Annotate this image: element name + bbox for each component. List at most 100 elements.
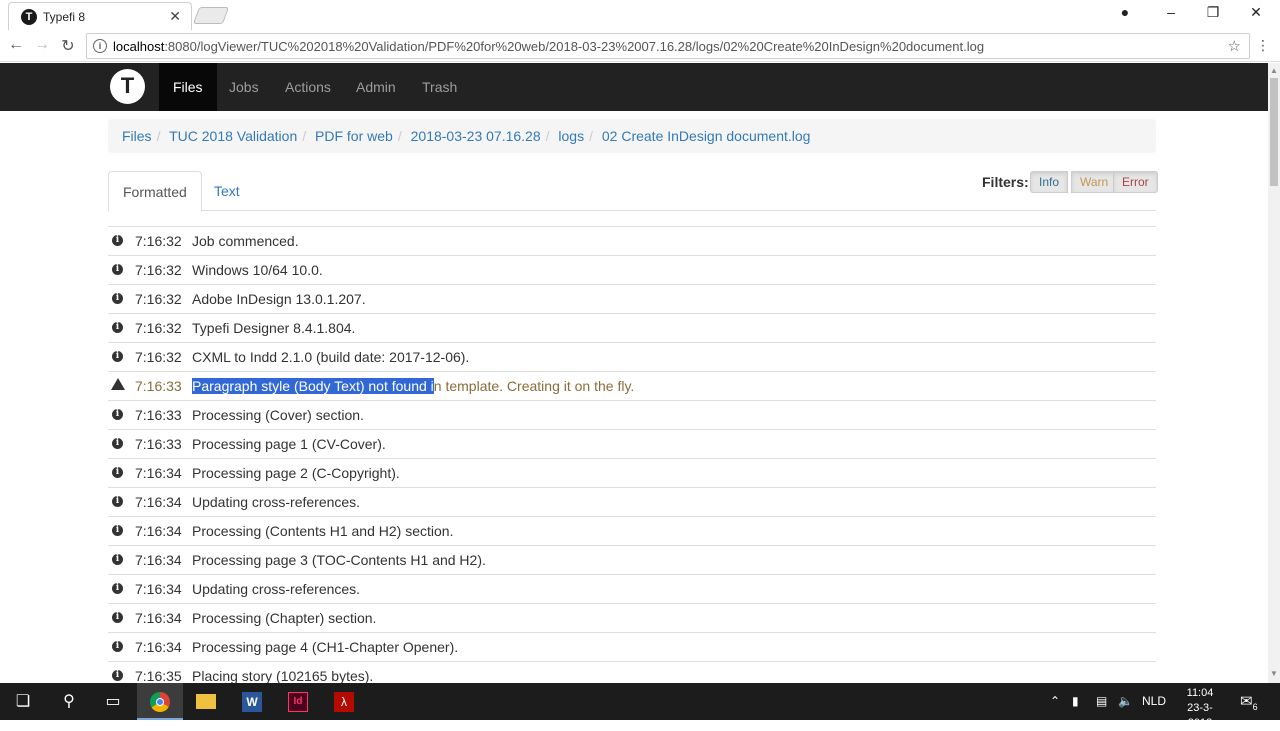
- filter-error-button[interactable]: Error: [1113, 171, 1158, 193]
- log-row: i 7:16:34 Processing page 2 (C-Copyright).: [108, 458, 1156, 487]
- tab-close-icon[interactable]: ✕: [169, 8, 181, 25]
- windows-start-icon[interactable]: ❏: [0, 683, 46, 720]
- log-time: 7:16:34: [135, 581, 182, 597]
- filter-warn-button[interactable]: Warn: [1071, 171, 1118, 193]
- network-icon[interactable]: ▤: [1096, 683, 1107, 720]
- language-indicator[interactable]: NLD: [1142, 683, 1166, 720]
- breadcrumb-date-folder[interactable]: 2018-03-23 07.16.28: [411, 128, 541, 144]
- log-row: i 7:16:32 CXML to Indd 2.1.0 (build date: …: [108, 342, 1156, 371]
- info-icon: i: [112, 409, 123, 420]
- info-icon: i: [112, 641, 123, 652]
- scroll-down-icon[interactable]: ▼: [1270, 669, 1278, 678]
- notification-count: 6: [1252, 702, 1258, 712]
- chrome-icon[interactable]: [137, 683, 183, 720]
- log-row: i 7:16:34 Processing (Contents H1 and H2) …: [108, 516, 1156, 545]
- search-icon[interactable]: ⚲: [46, 683, 92, 720]
- back-icon[interactable]: ←: [6, 36, 26, 54]
- nav-admin[interactable]: Admin: [342, 63, 410, 111]
- browser-tab[interactable]: T Typefi 8 ✕: [8, 2, 192, 30]
- log-row: i 7:16:34 Processing page 4 (CH1-Chapter O…: [108, 632, 1156, 661]
- scrollbar-thumb[interactable]: [1270, 78, 1278, 186]
- log-time: 7:16:34: [135, 610, 182, 626]
- typefi-logo[interactable]: T: [110, 69, 145, 104]
- nav-files[interactable]: Files: [159, 63, 217, 111]
- breadcrumb-logs[interactable]: logs: [558, 128, 584, 144]
- clock-time: 11:04: [1186, 687, 1214, 699]
- log-message-rest: n template. Creating it on the fly.: [433, 378, 635, 394]
- log-time: 7:16:32: [135, 233, 182, 249]
- log-row: i 7:16:34 Processing page 3 (TOC-Contents …: [108, 545, 1156, 574]
- log-row: i 7:16:33 Processing (Cover) section.: [108, 400, 1156, 429]
- profile-icon[interactable]: ●: [1113, 4, 1137, 20]
- log-row: i 7:16:33 Processing page 1 (CV-Cover).: [108, 429, 1156, 458]
- file-explorer-icon[interactable]: [183, 683, 229, 720]
- tab-text[interactable]: Text: [200, 171, 254, 211]
- tab-title: Typefi 8: [43, 10, 86, 24]
- log-row: i 7:16:34 Updating cross-references.: [108, 487, 1156, 516]
- url-input[interactable]: i localhost:8080/logViewer/TUC%202018%20…: [86, 33, 1250, 59]
- breadcrumb-current-file[interactable]: 02 Create InDesign document.log: [602, 128, 811, 144]
- filter-info-button[interactable]: Info: [1030, 171, 1069, 193]
- log-row: i 7:16:34 Processing (Chapter) section.: [108, 603, 1156, 632]
- log-row: i 7:16:32 Typefi Designer 8.4.1.804.: [108, 313, 1156, 342]
- log-message: Processing (Cover) section.: [192, 407, 364, 423]
- info-icon: i: [112, 235, 123, 246]
- page-scrollbar[interactable]: ▲ ▼: [1268, 63, 1280, 683]
- log-message: Processing page 3 (TOC-Contents H1 and H…: [192, 552, 486, 568]
- task-view-icon[interactable]: ▭: [90, 683, 136, 720]
- reload-icon[interactable]: ↻: [58, 36, 78, 56]
- windows-taskbar: ❏ ⚲ ▭ W Id λ ⌃ ▮ ▤ 🔈 NLD 11:04 23-3-2018…: [0, 683, 1280, 729]
- nav-jobs[interactable]: Jobs: [215, 63, 273, 111]
- breadcrumb-tuc-2018[interactable]: TUC 2018 Validation: [169, 128, 297, 144]
- address-bar-row: ← → ↻ i localhost:8080/logViewer/TUC%202…: [0, 30, 1280, 62]
- log-table: i 7:16:32 Job commenced. i 7:16:32 Windows 10…: [108, 226, 1156, 690]
- selected-text: Paragraph style (Body Text) not found i: [192, 378, 434, 394]
- action-center-icon[interactable]: ✉6: [1240, 683, 1258, 720]
- breadcrumb-files[interactable]: Files: [122, 128, 152, 144]
- tab-formatted[interactable]: Formatted: [108, 171, 202, 212]
- scroll-up-icon[interactable]: ▲: [1270, 66, 1278, 75]
- log-time: 7:16:32: [135, 262, 182, 278]
- new-tab-button[interactable]: [192, 7, 230, 24]
- nav-trash[interactable]: Trash: [408, 63, 471, 111]
- log-time: 7:16:34: [135, 639, 182, 655]
- window-close-icon[interactable]: ✕: [1244, 4, 1268, 21]
- log-row: ! 7:16:33 Paragraph style (Body Text) not …: [108, 371, 1156, 400]
- bookmark-star-icon[interactable]: ☆: [1228, 37, 1241, 55]
- info-icon: i: [112, 264, 123, 275]
- info-icon: i: [112, 293, 123, 304]
- tray-expand-icon[interactable]: ⌃: [1050, 683, 1060, 720]
- log-time: 7:16:32: [135, 320, 182, 336]
- indesign-icon[interactable]: Id: [275, 683, 321, 720]
- log-message: Processing page 4 (CH1-Chapter Opener).: [192, 639, 459, 655]
- info-icon: i: [112, 612, 123, 623]
- breadcrumb-pdf-for-web[interactable]: PDF for web: [315, 128, 393, 144]
- battery-icon[interactable]: ▮: [1072, 683, 1079, 720]
- log-time: 7:16:33: [135, 378, 182, 394]
- log-message: Typefi Designer 8.4.1.804.: [192, 320, 356, 336]
- info-icon: i: [112, 438, 123, 449]
- acrobat-icon[interactable]: λ: [321, 683, 367, 720]
- log-message: Processing page 2 (C-Copyright).: [192, 465, 400, 481]
- info-icon: i: [112, 467, 123, 478]
- breadcrumb: Files / TUC 2018 Validation / PDF for web /…: [108, 119, 1156, 153]
- browser-menu-icon[interactable]: ⋮: [1256, 37, 1270, 54]
- log-message: Processing page 1 (CV-Cover).: [192, 436, 386, 452]
- log-row: i 7:16:32 Job commenced.: [108, 226, 1156, 255]
- word-icon[interactable]: W: [229, 683, 275, 720]
- site-info-icon[interactable]: i: [93, 39, 107, 53]
- clock[interactable]: 11:04 23-3-2018: [1176, 686, 1224, 731]
- forward-icon[interactable]: →: [32, 36, 52, 54]
- log-time: 7:16:34: [135, 465, 182, 481]
- volume-icon[interactable]: 🔈: [1118, 683, 1133, 720]
- typefi-favicon-icon: T: [21, 9, 37, 25]
- minimize-icon[interactable]: –: [1159, 4, 1183, 20]
- app-navbar: T Files Jobs Actions Admin Trash: [0, 63, 1268, 111]
- log-message: Updating cross-references.: [192, 494, 361, 510]
- log-message: Processing (Contents H1 and H2) section.: [192, 523, 454, 539]
- log-message: Paragraph style (Body Text) not found in…: [192, 372, 634, 400]
- log-row: i 7:16:32 Windows 10/64 10.0.: [108, 255, 1156, 284]
- nav-actions[interactable]: Actions: [271, 63, 345, 111]
- restore-icon[interactable]: ❐: [1201, 4, 1225, 21]
- log-row: i 7:16:34 Updating cross-references.: [108, 574, 1156, 603]
